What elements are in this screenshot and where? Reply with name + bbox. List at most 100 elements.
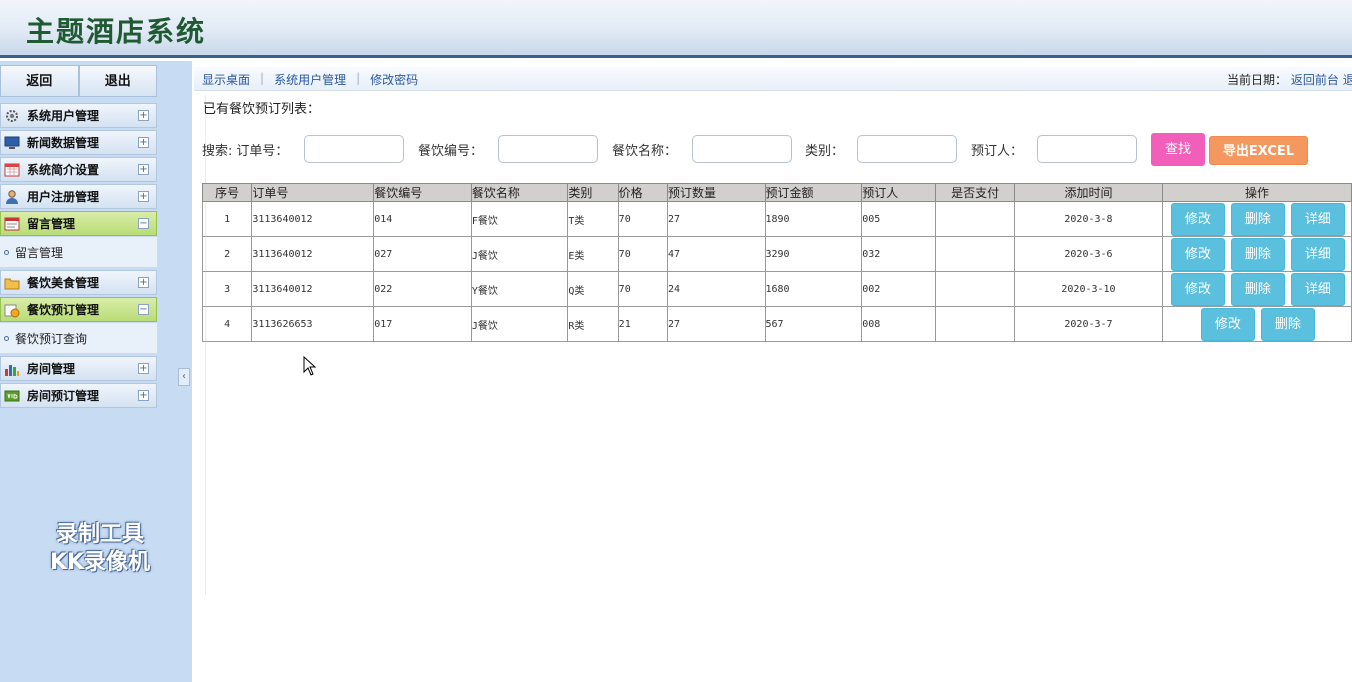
delete-button[interactable]: 删除	[1230, 202, 1285, 236]
cell-price: 70	[617, 236, 669, 272]
sidebar: 返回 退出 系统用户管理 + 新闻数据管理 + 系统简介设置 + 用户注册管理 …	[0, 61, 192, 682]
food-order-table: 序号 订单号 餐饮编号 餐饮名称 类别 价格 预订数量 预订金额 预订人 是否支…	[201, 183, 1352, 342]
message-icon	[4, 216, 22, 232]
cell-booker: 008	[861, 306, 937, 342]
gear-icon	[4, 108, 22, 124]
sidebar-item-rooms[interactable]: 房间管理 +	[0, 356, 157, 381]
nav-separator: |	[260, 71, 265, 85]
cell-quantity: 24	[667, 271, 766, 307]
booker-label: 预订人：	[971, 143, 1024, 159]
expand-icon[interactable]: +	[138, 110, 149, 121]
cell-index: 4	[201, 306, 253, 342]
recorder-watermark: 录制工具 KK录像机	[30, 521, 170, 577]
nav-show-desktop[interactable]: 显示桌面	[202, 71, 250, 88]
cell-actions: 修改 删除 详细	[1161, 236, 1352, 272]
table-row: 3 3113640012 022 Y餐饮 Q类 70 24 1680 002 2…	[201, 271, 1352, 307]
cell-price: 70	[617, 201, 669, 237]
table-row: 4 3113626653 017 J餐饮 R类 21 27 567 008 20…	[201, 306, 1352, 342]
table-row: 2 3113640012 027 J餐饮 E类 70 47 3290 032 2…	[201, 236, 1352, 272]
edit-button[interactable]: 修改	[1170, 237, 1225, 271]
chart-icon	[4, 361, 22, 377]
cell-actions: 修改 删除	[1161, 306, 1352, 342]
cell-category: Q类	[567, 271, 619, 307]
sidebar-item-label: 用户注册管理	[27, 190, 100, 204]
col-header: 预订数量	[667, 183, 766, 202]
expand-icon[interactable]: +	[138, 277, 149, 288]
expand-icon[interactable]: +	[138, 390, 149, 401]
search-category: 类别：	[805, 135, 856, 163]
back-to-front-link[interactable]: 返回前台	[1291, 73, 1339, 87]
top-navigation: 显示桌面 | 系统用户管理 | 修改密码 当前日期： 返回前台 退	[194, 67, 1352, 91]
sidebar-item-food-orders[interactable]: 餐饮预订管理 −	[0, 297, 157, 322]
search-food-code: 餐饮编号：	[418, 135, 495, 163]
cell-food-name: F餐饮	[470, 201, 569, 237]
cell-index: 1	[201, 201, 253, 237]
sidebar-collapse-arrow-icon[interactable]: ‹	[178, 368, 190, 386]
edit-button[interactable]: 修改	[1170, 202, 1225, 236]
sidebar-item-food[interactable]: 餐饮美食管理 +	[0, 270, 157, 295]
expand-icon[interactable]: +	[138, 191, 149, 202]
sidebar-item-messages[interactable]: 留言管理 −	[0, 211, 157, 236]
sidebar-item-label: 新闻数据管理	[27, 136, 100, 150]
expand-icon[interactable]: +	[138, 363, 149, 374]
sidebar-item-label: 留言管理	[27, 217, 76, 231]
collapse-icon[interactable]: −	[138, 218, 149, 229]
cell-index: 2	[201, 236, 253, 272]
sidebar-item-intro[interactable]: 系统简介设置 +	[0, 157, 157, 182]
nav-system-users[interactable]: 系统用户管理	[274, 71, 346, 88]
cell-index: 3	[201, 271, 253, 307]
expand-icon[interactable]: +	[138, 164, 149, 175]
cell-category: E类	[567, 236, 619, 272]
cell-price: 21	[617, 306, 669, 342]
watermark-line-2: KK录像机	[49, 550, 151, 575]
cell-paid	[935, 306, 1016, 342]
order-icon	[4, 302, 22, 318]
nav-change-password[interactable]: 修改密码	[370, 71, 418, 88]
sidebar-item-room-orders[interactable]: 房间预订管理 +	[0, 383, 157, 408]
logout-button[interactable]: 退出	[78, 65, 157, 97]
edit-button[interactable]: 修改	[1170, 272, 1225, 306]
booker-input[interactable]	[1037, 135, 1137, 163]
collapse-icon[interactable]: −	[138, 304, 149, 315]
sidebar-subitem-label: 留言管理	[15, 245, 64, 260]
detail-button[interactable]: 详细	[1290, 272, 1345, 306]
app-header: 主题酒店系统	[0, 0, 1352, 58]
cell-food-code: 022	[373, 271, 472, 307]
sidebar-subitem-messages[interactable]: 留言管理	[0, 237, 157, 267]
delete-button[interactable]: 删除	[1230, 272, 1285, 306]
col-header: 预订金额	[764, 183, 863, 202]
sidebar-item-news[interactable]: 新闻数据管理 +	[0, 130, 157, 155]
col-header: 添加时间	[1014, 183, 1163, 202]
cell-paid	[935, 271, 1016, 307]
food-name-input[interactable]	[692, 135, 792, 163]
food-code-input[interactable]	[498, 135, 598, 163]
expand-icon[interactable]: +	[138, 137, 149, 148]
back-button[interactable]: 返回	[0, 65, 79, 97]
folder-icon	[4, 275, 22, 291]
order-no-label: 订单号：	[236, 143, 289, 159]
order-no-input[interactable]	[304, 135, 404, 163]
cell-food-name: Y餐饮	[470, 271, 569, 307]
sidebar-item-label: 系统用户管理	[27, 109, 100, 123]
delete-button[interactable]: 删除	[1230, 237, 1285, 271]
detail-button[interactable]: 详细	[1290, 202, 1345, 236]
calendar-icon	[4, 162, 22, 178]
search-booker: 预订人：	[971, 135, 1035, 163]
cell-booker: 005	[861, 201, 937, 237]
sidebar-item-users[interactable]: 用户注册管理 +	[0, 184, 157, 209]
category-input[interactable]	[857, 135, 957, 163]
export-excel-button[interactable]: 导出EXCEL	[1209, 136, 1308, 165]
delete-button[interactable]: 删除	[1260, 307, 1315, 341]
search-order-no: 搜索: 订单号：	[202, 135, 300, 163]
cell-paid	[935, 236, 1016, 272]
exit-link[interactable]: 退	[1343, 73, 1352, 87]
edit-button[interactable]: 修改	[1200, 307, 1255, 341]
detail-button[interactable]: 详细	[1290, 237, 1345, 271]
food-code-label: 餐饮编号：	[418, 143, 484, 159]
find-button[interactable]: 查找	[1151, 133, 1205, 166]
sidebar-item-system-users[interactable]: 系统用户管理 +	[0, 103, 157, 128]
sidebar-item-label: 餐饮预订管理	[27, 303, 100, 317]
app-title: 主题酒店系统	[26, 15, 207, 48]
sidebar-subitem-food-order-query[interactable]: 餐饮预订查询	[0, 323, 157, 353]
date-label: 当前日期：	[1227, 73, 1288, 87]
